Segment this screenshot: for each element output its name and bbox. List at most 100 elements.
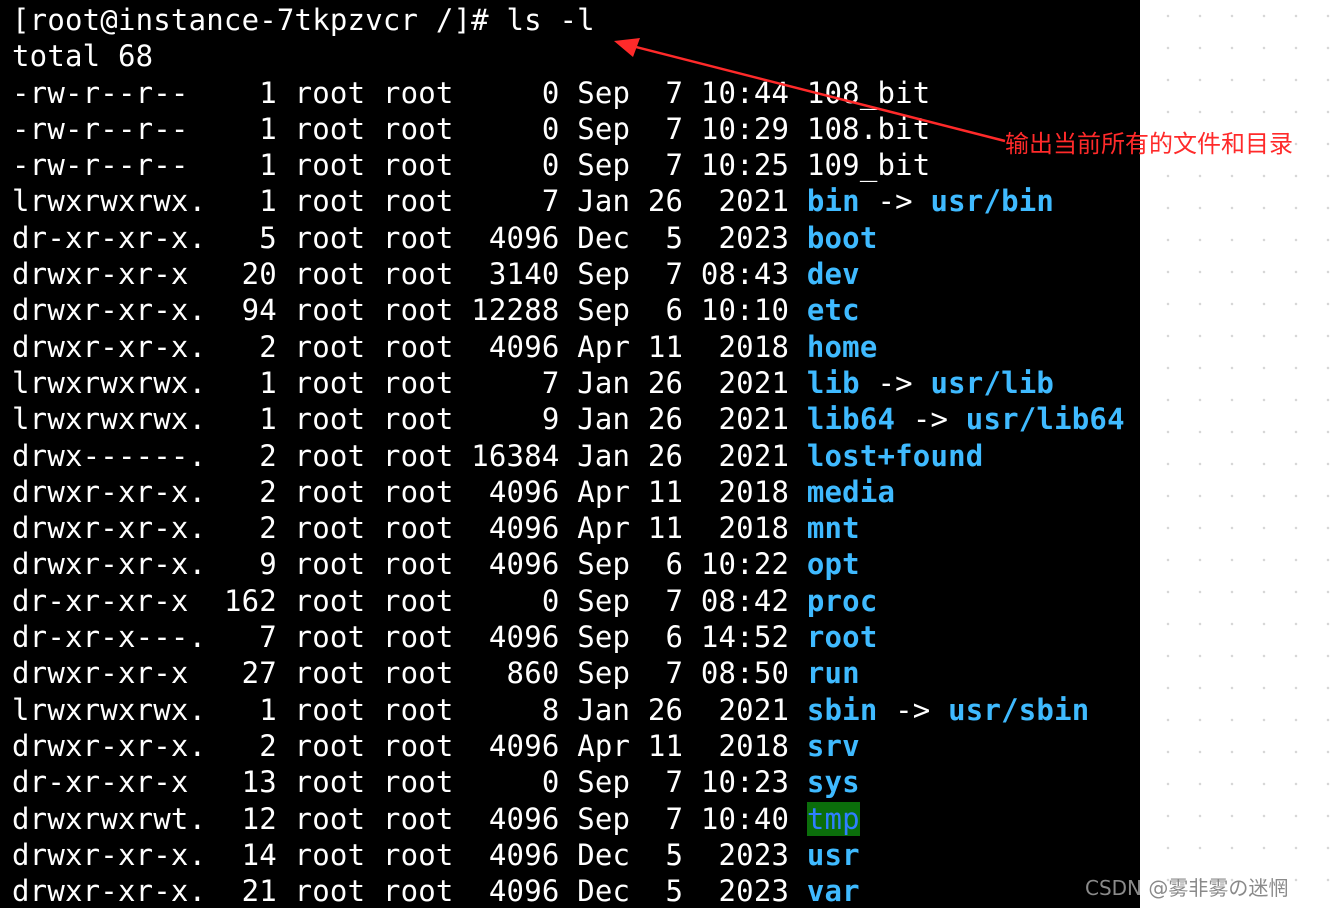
entry-name: home [806,329,878,364]
entry-permissions: dr-xr-x---. [12,620,207,655]
entry-group: root [382,801,454,836]
listing-row: lrwxrwxrwx. 1 root root 7 Jan 26 2021 li… [12,365,1125,401]
entry-name: run [806,656,860,691]
entry-month: Sep [577,765,631,800]
entry-links: 9 [223,547,277,582]
entry-time: 10:44 [700,75,790,110]
entry-time: 2023 [700,874,790,908]
entry-day: 7 [647,801,684,836]
annotation-label: 输出当前所有的文件和目录 [1005,130,1293,158]
entry-month: Dec [577,837,631,872]
entry-permissions: drwx------. [12,438,207,473]
entry-links: 1 [223,402,277,437]
entry-time: 10:40 [700,801,790,836]
entry-links: 12 [223,801,277,836]
listing-row: dr-xr-x---. 7 root root 4096 Sep 6 14:52… [12,619,1125,655]
listing-row: drwxr-xr-x 20 root root 3140 Sep 7 08:43… [12,256,1125,292]
entry-day: 26 [647,438,684,473]
entry-owner: root [294,656,366,691]
entry-name: srv [806,728,860,763]
entry-month: Sep [577,656,631,691]
symlink-arrow: -> [859,365,931,400]
entry-time: 10:10 [700,293,790,328]
entry-size: 4096 [471,511,560,546]
terminal-window[interactable]: [root@instance-7tkpzvcr /]# ls -l total 6… [0,0,1140,908]
entry-links: 2 [223,511,277,546]
listing-entries: -rw-r--r-- 1 root root 0 Sep 7 10:44 108… [12,75,1125,908]
entry-links: 1 [223,365,277,400]
listing-row: lrwxrwxrwx. 1 root root 8 Jan 26 2021 sb… [12,692,1125,728]
entry-links: 14 [223,837,277,872]
entry-month: Sep [577,583,631,618]
entry-month: Dec [577,874,631,908]
entry-name: lost+found [806,438,984,473]
entry-size: 8 [471,692,560,727]
entry-links: 21 [223,874,277,908]
command-line: [root@instance-7tkpzvcr /]# ls -l [12,2,1125,38]
entry-name: usr [806,837,860,872]
entry-size: 9 [471,402,560,437]
entry-permissions: drwxr-xr-x [12,257,207,292]
symlink-target: usr/lib [930,365,1055,400]
entry-day: 11 [647,511,684,546]
entry-day: 6 [647,547,684,582]
entry-links: 1 [223,692,277,727]
listing-row: dr-xr-xr-x 162 root root 0 Sep 7 08:42 p… [12,583,1125,619]
entry-size: 4096 [471,801,560,836]
entry-group: root [382,220,454,255]
entry-name: proc [806,583,878,618]
entry-owner: root [294,329,366,364]
entry-time: 2021 [700,365,790,400]
entry-time: 2021 [700,438,790,473]
symlink-target: usr/lib64 [965,402,1125,437]
entry-name: sys [806,765,860,800]
entry-permissions: drwxr-xr-x. [12,511,207,546]
entry-month: Sep [577,111,631,146]
entry-group: root [382,692,454,727]
terminal-output: [root@instance-7tkpzvcr /]# ls -l total 6… [12,2,1125,908]
entry-time: 2023 [700,220,790,255]
entry-size: 4096 [471,474,560,509]
listing-row: drwxr-xr-x. 2 root root 4096 Apr 11 2018… [12,474,1125,510]
entry-month: Sep [577,75,631,110]
total-line: total 68 [12,39,154,74]
entry-day: 6 [647,620,684,655]
entry-month: Apr [577,474,631,509]
entry-permissions: drwxr-xr-x. [12,547,207,582]
entry-month: Jan [577,692,631,727]
entry-day: 7 [647,656,684,691]
entry-size: 3140 [471,257,560,292]
entry-time: 10:22 [700,547,790,582]
entry-owner: root [294,293,366,328]
entry-owner: root [294,692,366,727]
entry-group: root [382,365,454,400]
entry-links: 162 [223,583,277,618]
entry-group: root [382,583,454,618]
entry-time: 2021 [700,402,790,437]
entry-size: 0 [471,111,560,146]
entry-permissions: drwxrwxrwt. [12,801,207,836]
entry-group: root [382,874,454,908]
entry-day: 7 [647,765,684,800]
entry-permissions: drwxr-xr-x. [12,837,207,872]
entry-day: 7 [647,111,684,146]
entry-permissions: drwxr-xr-x. [12,874,207,908]
entry-permissions: dr-xr-xr-x [12,583,207,618]
entry-owner: root [294,148,366,183]
entry-links: 5 [223,220,277,255]
entry-day: 5 [647,220,684,255]
entry-group: root [382,728,454,763]
entry-owner: root [294,402,366,437]
entry-group: root [382,765,454,800]
entry-group: root [382,656,454,691]
entry-time: 2021 [700,184,790,219]
entry-permissions: lrwxrwxrwx. [12,365,207,400]
entry-name: opt [806,547,860,582]
entry-links: 1 [223,148,277,183]
entry-size: 860 [471,656,560,691]
entry-permissions: lrwxrwxrwx. [12,184,207,219]
entry-group: root [382,329,454,364]
entry-size: 7 [471,365,560,400]
entry-group: root [382,547,454,582]
listing-row: -rw-r--r-- 1 root root 0 Sep 7 10:44 108… [12,75,1125,111]
